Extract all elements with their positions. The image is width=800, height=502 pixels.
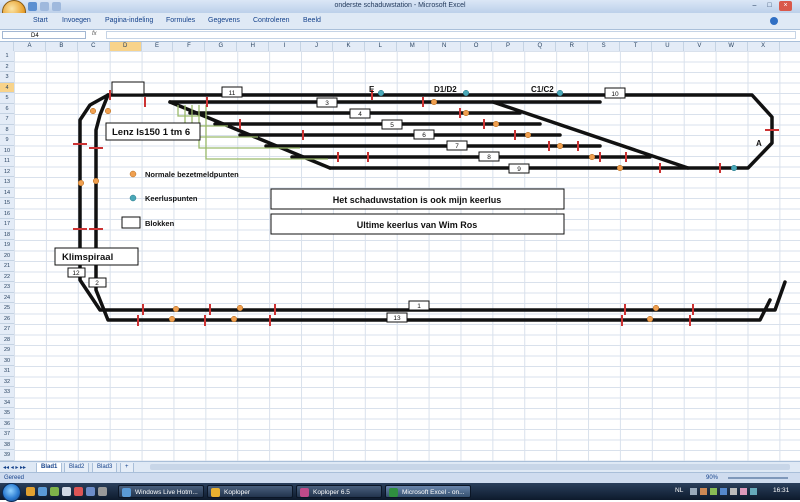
label-a: A	[756, 139, 762, 148]
detection-point	[168, 315, 176, 323]
detection-point	[92, 177, 100, 185]
start-orb-icon[interactable]	[2, 483, 21, 502]
ie-icon	[122, 488, 131, 497]
task-label: Microsoft Excel - on...	[402, 489, 465, 496]
reverse-loop-point	[462, 89, 470, 97]
detection-point	[236, 304, 244, 312]
block-number-13: 13	[393, 315, 401, 322]
task-koploper[interactable]: Koploper	[207, 485, 293, 498]
detection-point	[524, 131, 532, 139]
banner-text-1: Het schaduwstation is ook mijn keerlus	[333, 195, 502, 205]
legend-reverse-label: Keerluspunten	[145, 194, 198, 203]
detection-point	[89, 107, 97, 115]
clock[interactable]: 16:31	[773, 487, 789, 494]
legend-reverse-dot	[129, 194, 137, 202]
task-koploper-65[interactable]: Koploper 6.5	[296, 485, 382, 498]
quicklaunch-app2-icon[interactable]	[86, 487, 95, 496]
block-number-2: 2	[95, 280, 99, 287]
detection-point	[588, 153, 596, 161]
reverse-loop-point	[730, 164, 738, 172]
detection-point	[230, 315, 238, 323]
koploper-icon	[211, 488, 220, 497]
tray-icon-3[interactable]	[710, 488, 717, 495]
legend-normal-label: Normale bezetmeldpunten	[145, 170, 239, 179]
detection-point	[77, 179, 85, 187]
quicklaunch-app3-icon[interactable]	[98, 487, 107, 496]
block-number-10: 10	[611, 91, 619, 98]
detection-point	[172, 305, 180, 313]
detection-point	[616, 164, 624, 172]
tray-icon-7[interactable]	[750, 488, 757, 495]
status-text: Gereed	[4, 475, 25, 481]
task-windows-live[interactable]: Windows Live Hotm...	[118, 485, 204, 498]
legend-blocks-label: Blokken	[145, 219, 175, 228]
block-number-12: 12	[72, 270, 80, 277]
label-c1c2: C1/C2	[531, 85, 554, 94]
zoom-slider[interactable]	[728, 477, 788, 479]
block-number-6: 6	[422, 132, 426, 139]
excel-icon	[389, 488, 398, 497]
horizontal-scrollbar[interactable]	[150, 464, 790, 470]
tray-icon-2[interactable]	[700, 488, 707, 495]
detection-point	[556, 142, 564, 150]
block-number-1: 1	[417, 303, 421, 310]
detection-point	[430, 98, 438, 106]
klimspiraal-label: Klimspiraal	[62, 252, 113, 263]
banner-text-2: Ultime keerlus van Wim Ros	[357, 220, 477, 230]
detection-point	[492, 120, 500, 128]
arrow-3	[191, 105, 258, 138]
language-indicator[interactable]: NL	[675, 487, 683, 494]
zoom-level[interactable]: 90%	[706, 475, 718, 481]
tray-icon-5[interactable]	[730, 488, 737, 495]
task-label: Windows Live Hotm...	[135, 489, 198, 496]
block-number-8: 8	[487, 154, 491, 161]
quicklaunch-folder-icon[interactable]	[26, 487, 35, 496]
block-number-11: 11	[229, 90, 236, 97]
block-box-empty	[111, 81, 145, 95]
detection-point	[104, 107, 112, 115]
task-label: Koploper	[224, 489, 251, 496]
task-label: Koploper 6.5	[313, 489, 350, 496]
quicklaunch-media-icon[interactable]	[50, 487, 59, 496]
legend-block-box	[121, 216, 141, 229]
label-e: E	[369, 85, 375, 94]
quicklaunch-ie-icon[interactable]	[38, 487, 47, 496]
label-d1d2: D1/D2	[434, 85, 457, 94]
legend-normal-dot	[129, 170, 137, 178]
tray-icon-1[interactable]	[690, 488, 697, 495]
task-excel[interactable]: Microsoft Excel - on...	[385, 485, 471, 498]
tray-icon-4[interactable]	[720, 488, 727, 495]
detection-point	[462, 109, 470, 117]
block-number-7: 7	[455, 143, 459, 150]
detection-point	[652, 304, 660, 312]
koploper65-icon	[300, 488, 309, 497]
lenz-label: Lenz ls150 1 tm 6	[112, 127, 190, 138]
block-number-9: 9	[517, 166, 521, 173]
tray-icon-6[interactable]	[740, 488, 747, 495]
reverse-loop-point	[556, 89, 564, 97]
detection-point	[646, 315, 654, 323]
taskbar: Windows Live Hotm... Koploper Koploper 6…	[0, 483, 800, 502]
block-number-4: 4	[358, 111, 362, 118]
quicklaunch-app-icon[interactable]	[74, 487, 83, 496]
quicklaunch-desktop-icon[interactable]	[62, 487, 71, 496]
track-layout-drawing: 11 3 4 5 6 7 8 9 10 1 13 12 2 E D1/D2 C1…	[54, 81, 787, 326]
block-number-3: 3	[325, 100, 329, 107]
reverse-loop-point	[377, 89, 385, 97]
block-number-5: 5	[390, 122, 394, 129]
sheet-nav-arrows-icon[interactable]: ◂◂ ◂ ▸ ▸▸	[3, 464, 26, 471]
